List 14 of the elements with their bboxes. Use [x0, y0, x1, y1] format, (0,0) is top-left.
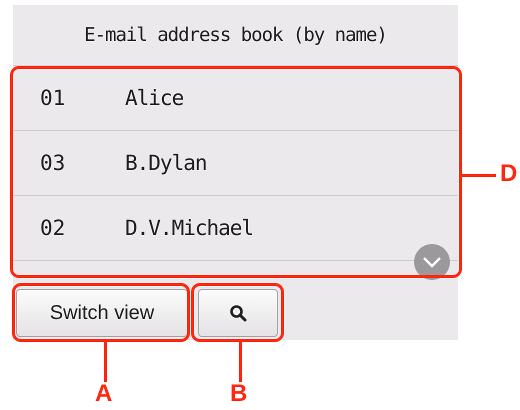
switch-view-button[interactable]: Switch view	[16, 289, 188, 337]
address-entry[interactable]: 01 Alice	[13, 66, 458, 131]
screen-title: E-mail address book (by name)	[84, 24, 387, 46]
leader-line	[239, 342, 242, 382]
scroll-down-button[interactable]	[414, 244, 450, 280]
leader-line	[104, 342, 107, 382]
callout-label: B	[230, 380, 248, 408]
search-button[interactable]	[198, 289, 278, 337]
chevron-down-icon	[422, 256, 442, 268]
callout-label: D	[500, 160, 518, 188]
search-icon	[229, 304, 247, 322]
leader-line	[460, 174, 496, 177]
address-entry[interactable]: 03 B.Dylan	[13, 131, 458, 196]
callout-label: A	[95, 380, 112, 408]
